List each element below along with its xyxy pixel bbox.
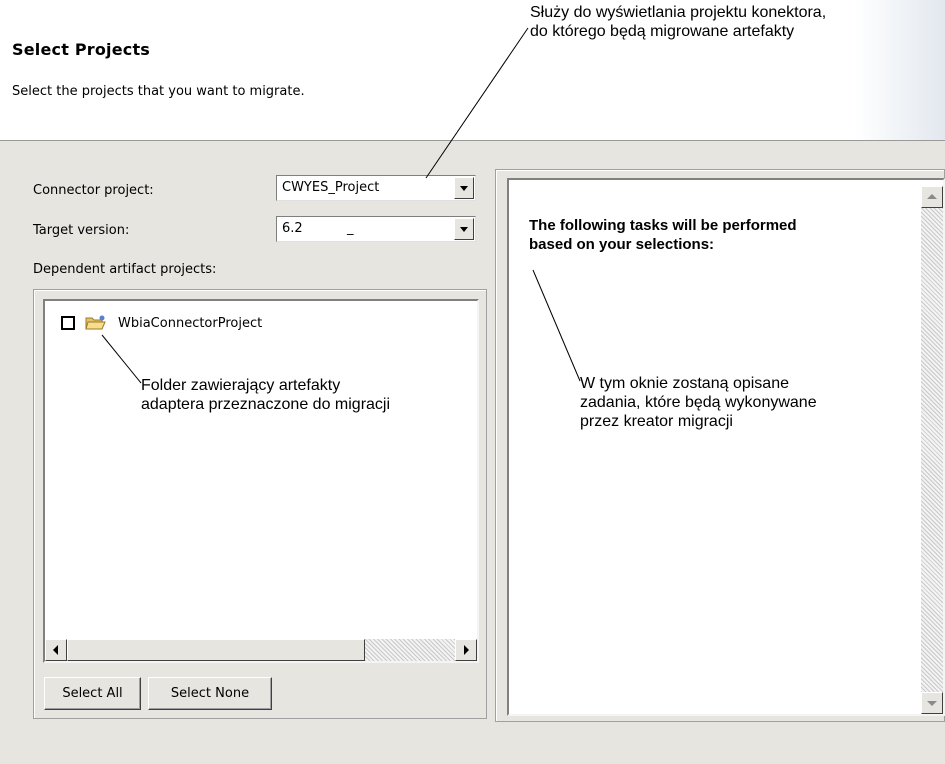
callout-folder-line1: Folder zawierający artefakty <box>141 377 341 394</box>
chevron-down-icon <box>460 227 468 232</box>
scroll-up-button[interactable] <box>921 186 943 208</box>
tasks-pane[interactable]: The following tasks will be performed ba… <box>507 178 945 716</box>
header-gradient <box>855 0 945 140</box>
target-version-value: 6.2 <box>282 221 303 236</box>
vertical-scroll-track[interactable] <box>921 208 943 692</box>
select-none-button[interactable]: Select None <box>148 677 272 710</box>
dependent-projects-tree[interactable]: WbiaConnectorProject <box>43 299 479 663</box>
target-dropdown-button[interactable] <box>454 218 474 240</box>
project-checkbox[interactable] <box>61 316 75 330</box>
tasks-heading-line2: based on your selections: <box>529 236 715 253</box>
callout-connector-line2: do którego będą migrowane artefakty <box>530 23 795 40</box>
callout-connector-line1: Służy do wyświetlania projektu konektora… <box>530 4 827 21</box>
connector-dropdown-button[interactable] <box>454 177 474 199</box>
callout-tasks-line2: zadania, które będą wykonywane <box>580 394 817 411</box>
text-cursor: _ <box>347 221 354 236</box>
arrow-right-icon <box>464 645 469 655</box>
scroll-down-button[interactable] <box>921 692 943 714</box>
vertical-scrollbar[interactable] <box>921 186 943 714</box>
tree-item[interactable]: WbiaConnectorProject <box>61 315 262 331</box>
connector-project-value: CWYES_Project <box>282 180 380 195</box>
connector-project-label: Connector project: <box>33 183 154 198</box>
folder-open-icon <box>85 315 107 331</box>
chevron-down-icon <box>460 186 468 191</box>
target-version-label: Target version: <box>33 223 130 238</box>
scroll-left-button[interactable] <box>45 639 67 661</box>
arrow-up-icon <box>927 194 937 199</box>
tasks-heading-line1: The following tasks will be performed <box>529 217 797 234</box>
scroll-track[interactable] <box>365 639 455 661</box>
target-version-combo[interactable]: 6.2 _ <box>276 216 476 242</box>
callout-folder-line2: adaptera przeznaczone do migracji <box>141 396 391 413</box>
select-all-button[interactable]: Select All <box>44 677 141 710</box>
scroll-right-button[interactable] <box>455 639 477 661</box>
page-title: Select Projects <box>12 40 151 59</box>
connector-project-combo[interactable]: CWYES_Project <box>276 175 476 201</box>
callout-tasks-line3: przez kreator migracji <box>580 413 733 430</box>
arrow-down-icon <box>927 701 937 706</box>
dependent-projects-label: Dependent artifact projects: <box>33 262 217 277</box>
tree-item-label: WbiaConnectorProject <box>118 315 263 331</box>
page-description: Select the projects that you want to mig… <box>12 84 305 99</box>
arrow-left-icon <box>53 645 58 655</box>
scroll-thumb[interactable] <box>67 639 365 661</box>
callout-tasks-line1: W tym oknie zostaną opisane <box>580 375 789 392</box>
horizontal-scrollbar[interactable] <box>45 639 477 661</box>
